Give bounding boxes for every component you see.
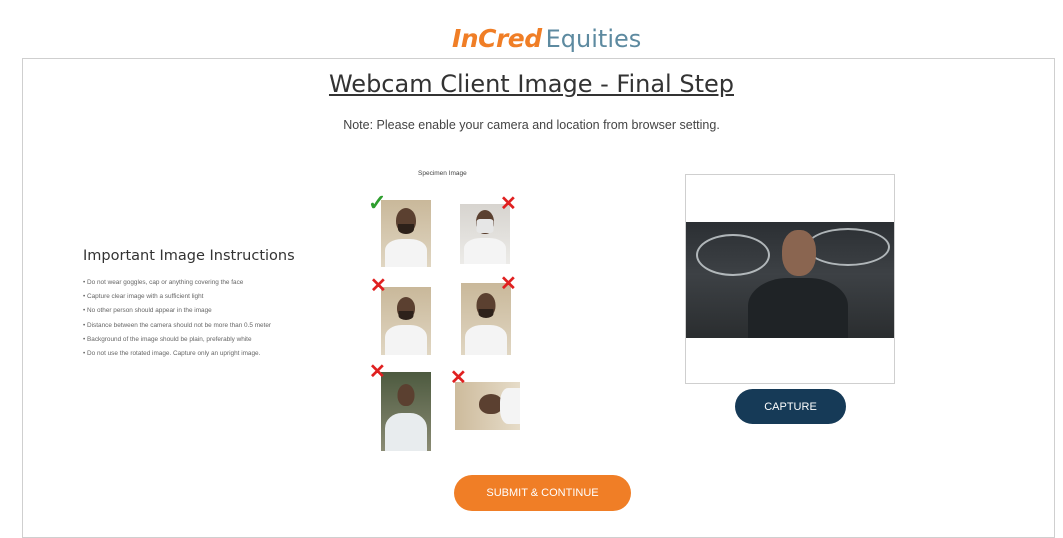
specimen-image-background (381, 372, 431, 451)
cross-icon: ✕ (450, 367, 467, 389)
specimen-image-correct (381, 200, 431, 267)
brand-logo-equities: Equities (545, 25, 642, 53)
capture-button[interactable]: CAPTURE (735, 389, 846, 424)
check-icon: ✓ (368, 190, 387, 215)
instructions-list: • Do not wear goggles, cap or anything c… (83, 276, 271, 361)
camera-note: Note: Please enable your camera and loca… (343, 118, 720, 132)
cross-icon: ✕ (500, 273, 517, 295)
specimen-label: Specimen Image (418, 170, 467, 177)
brand-logo: InCred Equities (452, 24, 641, 56)
specimen-image-far (381, 287, 431, 355)
instruction-item: • Do not use the rotated image. Capture … (83, 350, 261, 358)
cross-icon: ✕ (500, 193, 517, 215)
instruction-item: • Do not wear goggles, cap or anything c… (83, 279, 244, 286)
instruction-item: • Background of the image should be plai… (83, 335, 252, 343)
instruction-item: • No other person should appear in the i… (83, 307, 212, 315)
webcam-feed (686, 222, 894, 338)
instruction-item: • Capture clear image with a sufficient … (83, 293, 204, 301)
brand-logo-incred: InCred (452, 24, 542, 53)
page-title: Webcam Client Image - Final Step (328, 70, 734, 98)
instruction-item: • Distance between the camera should not… (83, 321, 272, 329)
submit-continue-button[interactable]: SUBMIT & CONTINUE (454, 475, 631, 511)
cross-icon: ✕ (369, 361, 386, 383)
specimen-image-rotated (455, 382, 520, 430)
cross-icon: ✕ (370, 275, 387, 297)
instructions-title: Important Image Instructions (83, 248, 295, 264)
